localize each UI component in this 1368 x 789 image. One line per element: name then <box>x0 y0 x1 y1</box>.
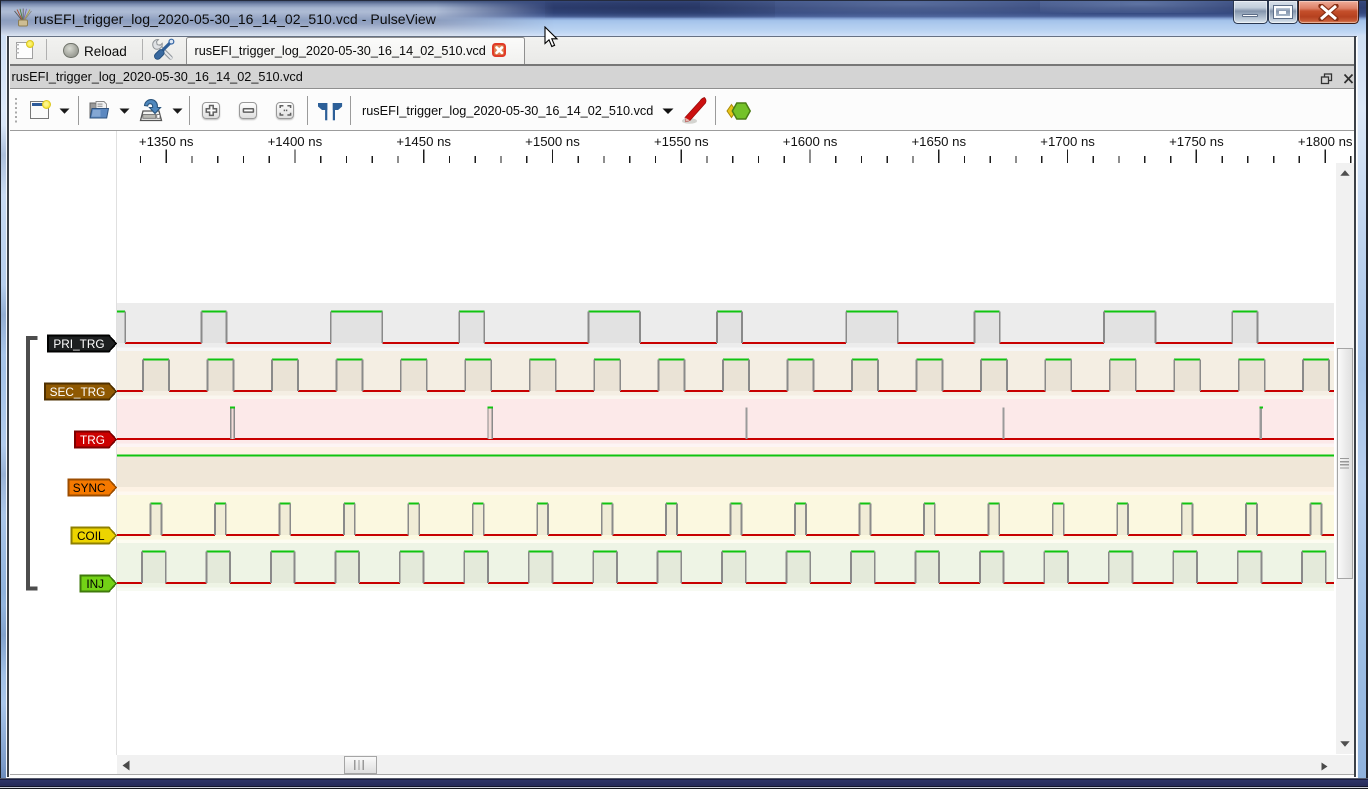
svg-text:+1500 ns: +1500 ns <box>525 134 580 149</box>
svg-text:+1650 ns: +1650 ns <box>911 134 966 149</box>
svg-text:COIL: COIL <box>77 529 105 543</box>
svg-text:PRI_TRG: PRI_TRG <box>53 337 104 351</box>
svg-text:+1350 ns: +1350 ns <box>139 134 194 149</box>
svg-text:SYNC: SYNC <box>73 481 106 495</box>
svg-text:SEC_TRG: SEC_TRG <box>50 385 106 399</box>
svg-text:+1750 ns: +1750 ns <box>1169 134 1224 149</box>
svg-text:+1700 ns: +1700 ns <box>1040 134 1095 149</box>
svg-text:INJ: INJ <box>86 577 104 591</box>
svg-text:TRG: TRG <box>80 433 105 447</box>
svg-text:+1450 ns: +1450 ns <box>396 134 451 149</box>
svg-text:+1550 ns: +1550 ns <box>654 134 709 149</box>
svg-text:+1600 ns: +1600 ns <box>783 134 838 149</box>
svg-text:+1400 ns: +1400 ns <box>268 134 323 149</box>
svg-text:+1800 ns: +1800 ns <box>1298 134 1353 149</box>
